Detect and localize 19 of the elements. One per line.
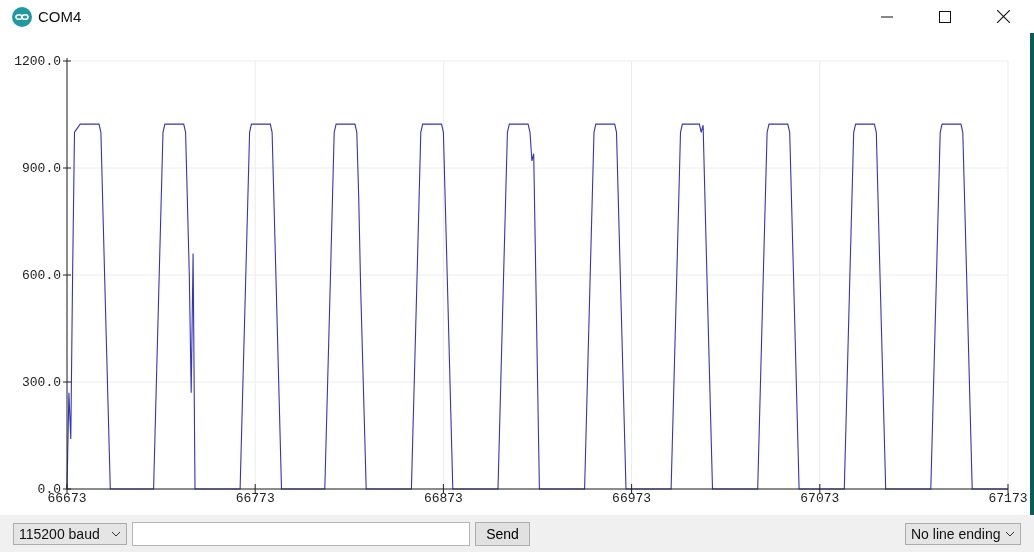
maximize-icon bbox=[939, 10, 951, 23]
send-button[interactable]: Send bbox=[475, 521, 530, 546]
app-logo-icon bbox=[12, 6, 32, 27]
window-title: COM4 bbox=[38, 8, 82, 25]
message-input[interactable] bbox=[132, 521, 470, 546]
y-tick-label: 600.0 bbox=[22, 268, 61, 283]
close-icon bbox=[996, 10, 1010, 23]
x-tick-label: 67173 bbox=[988, 491, 1028, 506]
line-ending-dropdown[interactable]: No line ending bbox=[905, 522, 1021, 545]
x-tick-label: 66873 bbox=[423, 491, 463, 506]
y-tick-label: 300.0 bbox=[22, 375, 61, 390]
x-tick-label: 66773 bbox=[235, 491, 275, 506]
baud-rate-dropdown[interactable]: 115200 baud bbox=[13, 522, 127, 545]
x-tick-label: 66973 bbox=[612, 491, 652, 506]
chevron-down-icon bbox=[1005, 530, 1015, 537]
y-tick-label: 900.0 bbox=[22, 161, 61, 176]
y-tick-label: 1200.0 bbox=[14, 54, 61, 69]
chevron-down-icon bbox=[111, 530, 121, 537]
x-tick-label: 67073 bbox=[800, 491, 840, 506]
